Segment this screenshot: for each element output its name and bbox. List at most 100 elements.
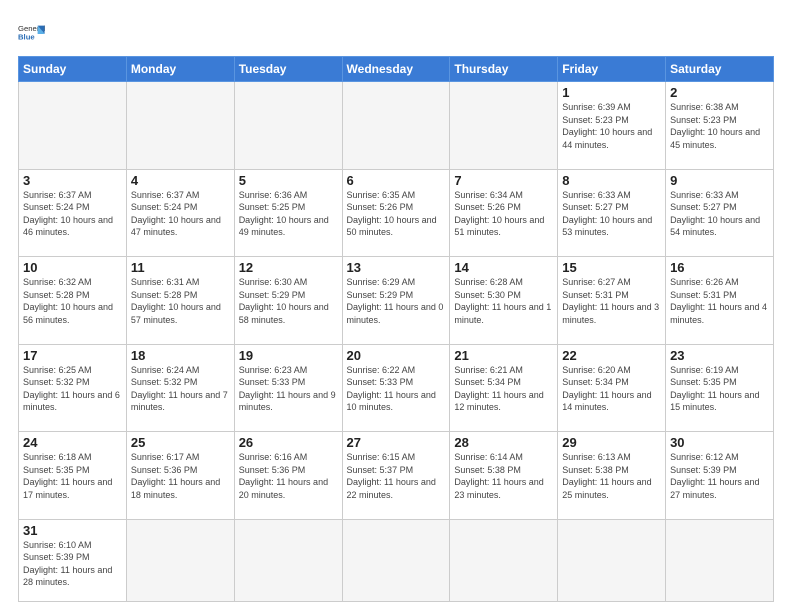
calendar-day-header: Wednesday <box>342 57 450 82</box>
calendar-day-cell: 19Sunrise: 6:23 AM Sunset: 5:33 PM Dayli… <box>234 344 342 432</box>
calendar-week-row: 24Sunrise: 6:18 AM Sunset: 5:35 PM Dayli… <box>19 432 774 520</box>
calendar-week-row: 17Sunrise: 6:25 AM Sunset: 5:32 PM Dayli… <box>19 344 774 432</box>
calendar-day-header: Saturday <box>666 57 774 82</box>
day-number: 24 <box>23 435 122 450</box>
day-number: 4 <box>131 173 230 188</box>
day-info: Sunrise: 6:37 AM Sunset: 5:24 PM Dayligh… <box>131 189 230 239</box>
svg-text:Blue: Blue <box>18 33 35 42</box>
day-info: Sunrise: 6:32 AM Sunset: 5:28 PM Dayligh… <box>23 276 122 326</box>
day-info: Sunrise: 6:36 AM Sunset: 5:25 PM Dayligh… <box>239 189 338 239</box>
calendar-day-cell: 28Sunrise: 6:14 AM Sunset: 5:38 PM Dayli… <box>450 432 558 520</box>
calendar-day-cell: 13Sunrise: 6:29 AM Sunset: 5:29 PM Dayli… <box>342 257 450 345</box>
calendar-day-cell: 31Sunrise: 6:10 AM Sunset: 5:39 PM Dayli… <box>19 519 127 601</box>
calendar-week-row: 31Sunrise: 6:10 AM Sunset: 5:39 PM Dayli… <box>19 519 774 601</box>
day-info: Sunrise: 6:21 AM Sunset: 5:34 PM Dayligh… <box>454 364 553 414</box>
calendar-day-cell: 26Sunrise: 6:16 AM Sunset: 5:36 PM Dayli… <box>234 432 342 520</box>
calendar-day-cell: 6Sunrise: 6:35 AM Sunset: 5:26 PM Daylig… <box>342 169 450 257</box>
calendar-day-cell <box>19 82 127 170</box>
calendar-table: SundayMondayTuesdayWednesdayThursdayFrid… <box>18 56 774 602</box>
day-info: Sunrise: 6:22 AM Sunset: 5:33 PM Dayligh… <box>347 364 446 414</box>
day-info: Sunrise: 6:19 AM Sunset: 5:35 PM Dayligh… <box>670 364 769 414</box>
day-number: 28 <box>454 435 553 450</box>
calendar-week-row: 3Sunrise: 6:37 AM Sunset: 5:24 PM Daylig… <box>19 169 774 257</box>
day-info: Sunrise: 6:27 AM Sunset: 5:31 PM Dayligh… <box>562 276 661 326</box>
calendar-day-cell <box>342 519 450 601</box>
day-info: Sunrise: 6:29 AM Sunset: 5:29 PM Dayligh… <box>347 276 446 326</box>
day-number: 31 <box>23 523 122 538</box>
day-info: Sunrise: 6:34 AM Sunset: 5:26 PM Dayligh… <box>454 189 553 239</box>
calendar-day-cell: 23Sunrise: 6:19 AM Sunset: 5:35 PM Dayli… <box>666 344 774 432</box>
calendar-header-row: SundayMondayTuesdayWednesdayThursdayFrid… <box>19 57 774 82</box>
day-info: Sunrise: 6:20 AM Sunset: 5:34 PM Dayligh… <box>562 364 661 414</box>
day-info: Sunrise: 6:25 AM Sunset: 5:32 PM Dayligh… <box>23 364 122 414</box>
logo: General Blue <box>18 20 46 48</box>
calendar-day-header: Sunday <box>19 57 127 82</box>
calendar-day-cell: 15Sunrise: 6:27 AM Sunset: 5:31 PM Dayli… <box>558 257 666 345</box>
day-number: 6 <box>347 173 446 188</box>
calendar-day-cell: 8Sunrise: 6:33 AM Sunset: 5:27 PM Daylig… <box>558 169 666 257</box>
calendar-day-header: Monday <box>126 57 234 82</box>
day-number: 15 <box>562 260 661 275</box>
day-info: Sunrise: 6:33 AM Sunset: 5:27 PM Dayligh… <box>562 189 661 239</box>
calendar-day-cell <box>234 519 342 601</box>
day-number: 22 <box>562 348 661 363</box>
calendar-week-row: 10Sunrise: 6:32 AM Sunset: 5:28 PM Dayli… <box>19 257 774 345</box>
day-number: 11 <box>131 260 230 275</box>
day-info: Sunrise: 6:38 AM Sunset: 5:23 PM Dayligh… <box>670 101 769 151</box>
calendar-day-cell: 17Sunrise: 6:25 AM Sunset: 5:32 PM Dayli… <box>19 344 127 432</box>
calendar-day-cell: 24Sunrise: 6:18 AM Sunset: 5:35 PM Dayli… <box>19 432 127 520</box>
calendar-day-cell <box>450 519 558 601</box>
calendar-day-cell: 25Sunrise: 6:17 AM Sunset: 5:36 PM Dayli… <box>126 432 234 520</box>
day-number: 2 <box>670 85 769 100</box>
calendar-day-cell: 9Sunrise: 6:33 AM Sunset: 5:27 PM Daylig… <box>666 169 774 257</box>
calendar-day-cell <box>450 82 558 170</box>
day-number: 8 <box>562 173 661 188</box>
calendar-day-cell: 10Sunrise: 6:32 AM Sunset: 5:28 PM Dayli… <box>19 257 127 345</box>
day-number: 27 <box>347 435 446 450</box>
day-number: 20 <box>347 348 446 363</box>
calendar-day-cell <box>234 82 342 170</box>
day-info: Sunrise: 6:17 AM Sunset: 5:36 PM Dayligh… <box>131 451 230 501</box>
day-number: 7 <box>454 173 553 188</box>
day-number: 26 <box>239 435 338 450</box>
calendar-day-header: Friday <box>558 57 666 82</box>
day-info: Sunrise: 6:13 AM Sunset: 5:38 PM Dayligh… <box>562 451 661 501</box>
calendar-day-cell: 3Sunrise: 6:37 AM Sunset: 5:24 PM Daylig… <box>19 169 127 257</box>
day-info: Sunrise: 6:26 AM Sunset: 5:31 PM Dayligh… <box>670 276 769 326</box>
calendar-day-header: Thursday <box>450 57 558 82</box>
calendar-day-cell: 16Sunrise: 6:26 AM Sunset: 5:31 PM Dayli… <box>666 257 774 345</box>
day-number: 12 <box>239 260 338 275</box>
day-info: Sunrise: 6:37 AM Sunset: 5:24 PM Dayligh… <box>23 189 122 239</box>
day-info: Sunrise: 6:33 AM Sunset: 5:27 PM Dayligh… <box>670 189 769 239</box>
day-info: Sunrise: 6:23 AM Sunset: 5:33 PM Dayligh… <box>239 364 338 414</box>
calendar-day-cell: 22Sunrise: 6:20 AM Sunset: 5:34 PM Dayli… <box>558 344 666 432</box>
day-number: 9 <box>670 173 769 188</box>
day-info: Sunrise: 6:24 AM Sunset: 5:32 PM Dayligh… <box>131 364 230 414</box>
day-number: 10 <box>23 260 122 275</box>
calendar-day-cell <box>126 519 234 601</box>
day-number: 14 <box>454 260 553 275</box>
calendar-day-cell <box>126 82 234 170</box>
day-info: Sunrise: 6:10 AM Sunset: 5:39 PM Dayligh… <box>23 539 122 589</box>
day-info: Sunrise: 6:18 AM Sunset: 5:35 PM Dayligh… <box>23 451 122 501</box>
general-blue-logo-icon: General Blue <box>18 20 46 48</box>
calendar-day-cell: 4Sunrise: 6:37 AM Sunset: 5:24 PM Daylig… <box>126 169 234 257</box>
day-info: Sunrise: 6:28 AM Sunset: 5:30 PM Dayligh… <box>454 276 553 326</box>
day-number: 18 <box>131 348 230 363</box>
day-number: 29 <box>562 435 661 450</box>
day-number: 23 <box>670 348 769 363</box>
calendar-day-cell: 29Sunrise: 6:13 AM Sunset: 5:38 PM Dayli… <box>558 432 666 520</box>
calendar-day-cell: 12Sunrise: 6:30 AM Sunset: 5:29 PM Dayli… <box>234 257 342 345</box>
day-number: 21 <box>454 348 553 363</box>
day-info: Sunrise: 6:35 AM Sunset: 5:26 PM Dayligh… <box>347 189 446 239</box>
calendar-day-cell: 21Sunrise: 6:21 AM Sunset: 5:34 PM Dayli… <box>450 344 558 432</box>
calendar-day-cell <box>666 519 774 601</box>
calendar-day-cell: 20Sunrise: 6:22 AM Sunset: 5:33 PM Dayli… <box>342 344 450 432</box>
day-number: 25 <box>131 435 230 450</box>
day-info: Sunrise: 6:12 AM Sunset: 5:39 PM Dayligh… <box>670 451 769 501</box>
calendar-day-cell <box>342 82 450 170</box>
calendar-week-row: 1Sunrise: 6:39 AM Sunset: 5:23 PM Daylig… <box>19 82 774 170</box>
calendar-day-cell: 2Sunrise: 6:38 AM Sunset: 5:23 PM Daylig… <box>666 82 774 170</box>
day-number: 13 <box>347 260 446 275</box>
calendar-day-header: Tuesday <box>234 57 342 82</box>
